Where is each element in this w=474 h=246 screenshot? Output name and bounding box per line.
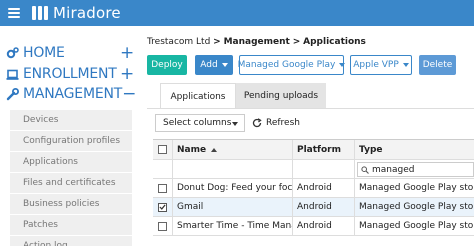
table-row[interactable]: Gmail Android Managed Google Play store xyxy=(153,198,474,217)
tab-pending-uploads[interactable]: Pending uploads xyxy=(236,83,326,109)
breadcrumb-section[interactable]: Management xyxy=(224,37,290,47)
name-header-label: Name xyxy=(177,144,207,155)
add-label: Add xyxy=(200,60,218,70)
platform-cell: Android xyxy=(293,198,355,216)
main-content: Trestacom Ltd > Management > Application… xyxy=(147,26,474,246)
type-cell: Managed Google Play store xyxy=(359,221,474,231)
managed-google-play-button[interactable]: Managed Google Play xyxy=(237,55,346,75)
managed-google-play-label: Managed Google Play xyxy=(237,60,336,70)
search-icon xyxy=(361,165,369,174)
row-checkbox[interactable] xyxy=(158,183,167,193)
collapse-icon[interactable]: − xyxy=(122,86,136,103)
app-name-cell[interactable]: Donut Dog: Feed your focu… xyxy=(173,179,293,197)
table-row[interactable]: Donut Dog: Feed your focu… Android Manag… xyxy=(153,179,474,198)
chevron-down-icon xyxy=(402,63,409,67)
laptop-icon xyxy=(6,68,19,81)
management-submenu: Devices Configuration profiles Applicati… xyxy=(10,110,132,246)
apple-vpp-button[interactable]: Apple VPP xyxy=(350,55,412,75)
app-name-cell[interactable]: Gmail xyxy=(173,198,293,216)
menu-icon[interactable] xyxy=(8,8,20,18)
breadcrumb-separator: > xyxy=(213,37,221,47)
wrench-icon xyxy=(6,87,19,101)
expand-icon[interactable]: + xyxy=(120,45,134,62)
chevron-down-icon xyxy=(339,63,346,67)
breadcrumb-org[interactable]: Trestacom Ltd xyxy=(147,37,210,47)
platform-cell: Android xyxy=(293,217,355,235)
table-header-row: Name Platform Type xyxy=(153,140,474,160)
platform-header-label: Platform xyxy=(297,144,341,155)
breadcrumb-page: Applications xyxy=(303,37,366,47)
breadcrumb: Trestacom Ltd > Management > Application… xyxy=(147,37,366,47)
column-header-type[interactable]: Type xyxy=(355,140,474,159)
subnav-devices[interactable]: Devices xyxy=(10,110,132,131)
expand-icon[interactable]: + xyxy=(120,66,134,83)
chevron-down-icon xyxy=(221,63,228,67)
column-header-platform[interactable]: Platform xyxy=(293,140,355,159)
sidebar: HOME + ENROLLMENT + MANAGEMENT − Devices… xyxy=(0,26,138,246)
delete-label: Delete xyxy=(422,60,453,70)
subnav-action-log[interactable]: Action log xyxy=(10,236,132,246)
subnav-business-policies[interactable]: Business policies xyxy=(10,194,132,215)
app-title[interactable]: Miradore xyxy=(53,4,121,22)
checkmark-icon xyxy=(159,204,166,210)
gears-icon xyxy=(6,46,19,60)
subnav-patches[interactable]: Patches xyxy=(10,215,132,236)
apple-vpp-label: Apple VPP xyxy=(353,60,399,70)
app-name-cell[interactable]: Smarter Time - Time Mana… xyxy=(173,217,293,235)
refresh-icon xyxy=(252,118,262,128)
type-filter-value: managed xyxy=(372,164,415,175)
subnav-applications[interactable]: Applications xyxy=(10,152,132,173)
type-header-label: Type xyxy=(359,144,383,155)
select-columns-label: Select columns xyxy=(163,118,232,128)
nav-enrollment[interactable]: ENROLLMENT + xyxy=(6,64,134,84)
top-bar: Miradore xyxy=(0,0,474,26)
type-cell: Managed Google Play store xyxy=(359,202,474,212)
type-cell: Managed Google Play store xyxy=(359,183,474,193)
add-button[interactable]: Add xyxy=(195,55,233,75)
type-filter-input[interactable]: managed xyxy=(357,162,474,177)
platform-cell: Android xyxy=(293,179,355,197)
nav-enrollment-label: ENROLLMENT xyxy=(23,66,117,82)
miradore-logo-icon xyxy=(32,6,48,20)
refresh-label: Refresh xyxy=(266,118,300,128)
select-all-checkbox[interactable] xyxy=(158,145,167,154)
deploy-label: Deploy xyxy=(151,60,183,70)
chevron-down-icon xyxy=(232,122,238,126)
table-row[interactable]: Smarter Time - Time Mana… Android Manage… xyxy=(153,217,474,236)
subnav-files-and-certificates[interactable]: Files and certificates xyxy=(10,173,132,194)
select-columns-dropdown[interactable]: Select columns xyxy=(155,114,245,132)
deploy-button[interactable]: Deploy xyxy=(147,55,187,75)
nav-home[interactable]: HOME + xyxy=(6,43,134,63)
breadcrumb-separator: > xyxy=(292,37,301,47)
table-filter-row: managed xyxy=(153,160,474,179)
nav-home-label: HOME xyxy=(23,45,65,61)
tab-bar: Applications Pending uploads xyxy=(160,83,326,109)
row-checkbox[interactable] xyxy=(158,202,167,212)
tab-applications[interactable]: Applications xyxy=(160,83,236,109)
nav-management[interactable]: MANAGEMENT − xyxy=(6,84,136,104)
column-header-name[interactable]: Name xyxy=(173,140,293,159)
applications-table: Name Platform Type managed Donut Dog: Fe… xyxy=(153,139,474,236)
refresh-button[interactable]: Refresh xyxy=(252,114,300,132)
tab-divider xyxy=(147,108,474,109)
row-checkbox[interactable] xyxy=(158,221,167,231)
nav-management-label: MANAGEMENT xyxy=(23,86,123,102)
sort-ascending-icon xyxy=(211,147,218,152)
subnav-configuration-profiles[interactable]: Configuration profiles xyxy=(10,131,132,152)
delete-button[interactable]: Delete xyxy=(419,55,456,75)
